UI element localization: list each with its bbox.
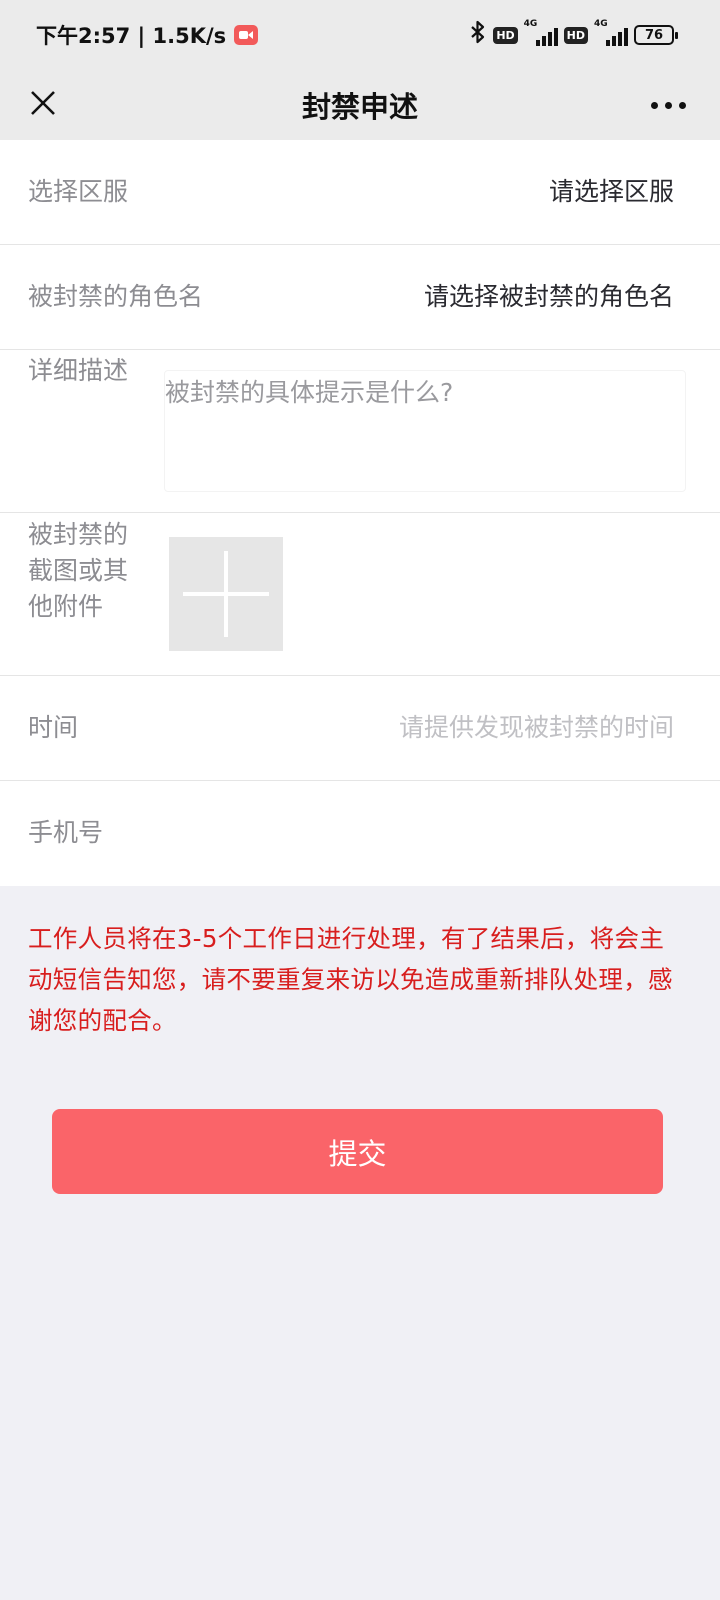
more-dot-icon xyxy=(664,101,672,109)
time-label: 时间 xyxy=(28,713,79,742)
plus-icon-vertical xyxy=(224,551,228,637)
server-row[interactable]: 选择区服 请选择区服 xyxy=(0,140,720,245)
description-input[interactable] xyxy=(164,370,686,492)
more-dot-icon xyxy=(650,101,658,109)
time-row[interactable]: 时间 请提供发现被封禁的时间 xyxy=(0,676,720,781)
status-left: 下午2:57 | 1.5K/s xyxy=(36,20,259,50)
phone-row: 手机号 xyxy=(0,781,720,886)
description-label: 详细描述 xyxy=(28,356,129,385)
close-icon xyxy=(29,89,57,121)
notice-text: 工作人员将在3-5个工作日进行处理，有了结果后，将会主动短信告知您，请不要重复来… xyxy=(28,924,673,1035)
server-label: 选择区服 xyxy=(28,177,129,206)
network-type: 4G xyxy=(523,19,538,29)
hd-badge-2: HD xyxy=(563,26,588,44)
submit-button[interactable]: 提交 xyxy=(52,1109,663,1194)
role-row[interactable]: 被封禁的角色名 请选择被封禁的角色名 xyxy=(0,245,720,350)
phone-label: 手机号 xyxy=(28,818,104,847)
signal-icon-2: 4G xyxy=(594,19,628,46)
nav-bar: 封禁申述 xyxy=(0,70,720,140)
signal-icon: 4G xyxy=(524,19,558,46)
attachment-row: 被封禁的截图或其他附件 xyxy=(0,513,720,676)
more-button[interactable] xyxy=(640,82,696,128)
status-bar: 下午2:57 | 1.5K/s HD 4G HD 4G 76 xyxy=(0,0,720,70)
role-label: 被封禁的角色名 xyxy=(28,282,204,311)
status-right: HD 4G HD 4G 76 xyxy=(469,19,678,50)
phone-input[interactable] xyxy=(160,811,680,855)
bluetooth-icon xyxy=(469,20,487,50)
hd-badge: HD xyxy=(493,26,518,44)
server-select[interactable]: 请选择区服 xyxy=(549,175,674,209)
battery-level: 76 xyxy=(644,27,664,43)
upload-button[interactable] xyxy=(169,537,283,651)
description-row: 详细描述 xyxy=(0,350,720,513)
more-dot-icon xyxy=(678,101,686,109)
role-select[interactable]: 请选择被封禁的角色名 xyxy=(424,280,674,314)
status-time-speed: 下午2:57 | 1.5K/s xyxy=(36,24,227,48)
screen-record-icon xyxy=(234,25,259,45)
close-button[interactable] xyxy=(20,82,66,128)
network-type-2: 4G xyxy=(594,19,608,29)
attachment-label: 被封禁的截图或其他附件 xyxy=(28,520,129,621)
time-picker[interactable]: 请提供发现被封禁的时间 xyxy=(399,711,674,745)
page-title: 封禁申述 xyxy=(301,90,418,124)
appeal-form: 选择区服 请选择区服 被封禁的角色名 请选择被封禁的角色名 详细描述 被封禁的截… xyxy=(0,140,720,886)
battery-icon: 76 xyxy=(634,25,678,45)
